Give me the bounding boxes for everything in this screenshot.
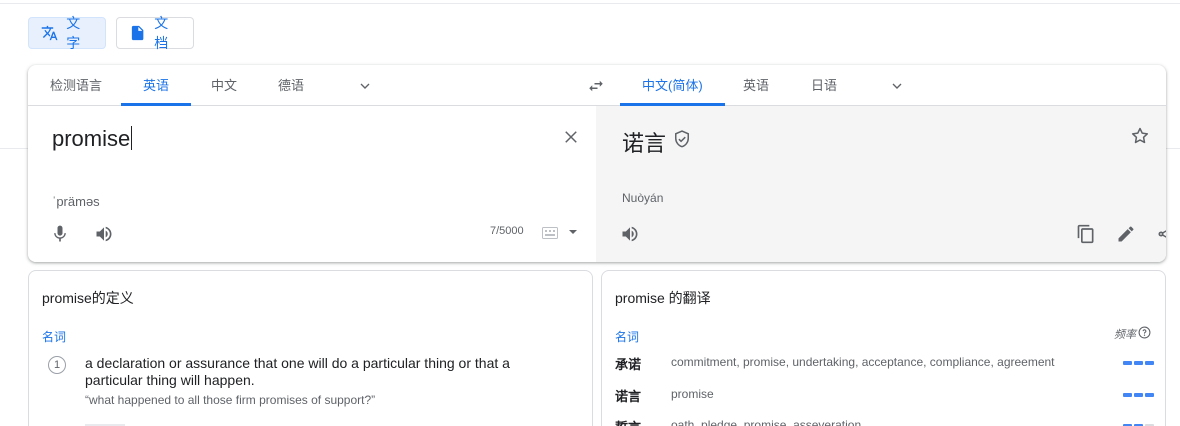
source-lang-german[interactable]: 德语 bbox=[276, 65, 306, 106]
translations-title: promise 的翻译 bbox=[615, 290, 711, 306]
frequency-bar bbox=[1145, 361, 1154, 365]
text-mode-label: 文字 bbox=[66, 15, 81, 51]
source-lang-detect[interactable]: 检测语言 bbox=[48, 65, 104, 106]
frequency-bar bbox=[1145, 393, 1154, 397]
source-more-languages-chevron-down-icon[interactable] bbox=[357, 78, 373, 94]
source-lang-english[interactable]: 英语 bbox=[120, 65, 192, 106]
frequency-bars bbox=[1123, 361, 1155, 365]
source-text: promise bbox=[52, 126, 131, 151]
source-phonetic: ˈpräməs bbox=[52, 194, 100, 209]
text-mode-button[interactable]: 文字 bbox=[28, 15, 106, 51]
target-lang-english[interactable]: 英语 bbox=[741, 65, 771, 106]
microphone-icon[interactable] bbox=[50, 224, 70, 244]
translate-icon bbox=[41, 25, 58, 41]
keyboard-icon[interactable] bbox=[542, 227, 558, 239]
target-lang-chinese-simplified[interactable]: 中文(简体) bbox=[620, 65, 725, 106]
target-romanization: Nuòyán bbox=[622, 191, 664, 205]
character-counter: 7/5000 bbox=[490, 225, 524, 237]
document-mode-label: 文档 bbox=[154, 15, 169, 51]
copy-translation-icon[interactable] bbox=[1076, 224, 1096, 244]
translations-panel: promise 的翻译 名词 频率 承诺 commitment, promise… bbox=[601, 270, 1166, 426]
clear-source-close-icon[interactable] bbox=[562, 128, 580, 146]
translation-synonyms: commitment, promise, undertaking, accept… bbox=[671, 355, 1055, 369]
source-text-input[interactable]: promise bbox=[52, 126, 133, 152]
frequency-bars bbox=[1123, 393, 1155, 397]
document-mode-button[interactable]: 文档 bbox=[116, 15, 194, 51]
translation-word: 承诺 bbox=[615, 357, 642, 372]
target-pane: 诺言 Nuòyán bbox=[596, 106, 1166, 262]
source-pane: promise ˈpräməs 7/5000 bbox=[28, 106, 596, 262]
translated-text: 诺言 bbox=[622, 131, 667, 156]
definition-example: “what happened to all those firm promise… bbox=[85, 393, 376, 407]
frequency-bar bbox=[1134, 393, 1143, 397]
text-caret bbox=[131, 126, 133, 150]
translation-word: 誓言 bbox=[615, 417, 641, 426]
translation-synonyms: oath, pledge, promise, asseveration bbox=[671, 418, 862, 426]
definitions-title: promise的定义 bbox=[42, 290, 134, 306]
input-tools-caret-down-icon[interactable] bbox=[568, 228, 578, 236]
listen-source-speaker-icon[interactable] bbox=[94, 224, 114, 244]
translation-row[interactable]: 诺言 promise bbox=[615, 386, 1155, 404]
share-icon[interactable] bbox=[1156, 224, 1166, 244]
listen-target-speaker-icon[interactable] bbox=[620, 224, 640, 244]
definition-text: a declaration or assurance that one will… bbox=[85, 355, 510, 388]
verified-shield-icon[interactable] bbox=[672, 129, 692, 149]
translation-word: 诺言 bbox=[615, 389, 642, 404]
target-more-languages-chevron-down-icon[interactable] bbox=[889, 78, 905, 94]
definition-number: 1 bbox=[48, 356, 66, 374]
translation-part-of-speech: 名词 bbox=[615, 330, 640, 344]
save-translation-star-icon[interactable] bbox=[1130, 126, 1150, 146]
target-lang-japanese[interactable]: 日语 bbox=[809, 65, 839, 106]
document-icon bbox=[131, 25, 144, 41]
language-bar: 检测语言 英语 中文 德语 中文(简体) 英语 日语 bbox=[28, 65, 1166, 106]
frequency-bar bbox=[1123, 393, 1132, 397]
frequency-bar bbox=[1123, 361, 1132, 365]
source-lang-chinese[interactable]: 中文 bbox=[209, 65, 239, 106]
translation-synonyms: promise bbox=[671, 387, 714, 401]
frequency-help-icon[interactable] bbox=[1138, 326, 1151, 339]
frequency-label: 频率 bbox=[1114, 329, 1136, 341]
frequency-bar bbox=[1134, 361, 1143, 365]
translation-card: 检测语言 英语 中文 德语 中文(简体) 英语 日语 promise ˈpräm… bbox=[28, 65, 1166, 262]
translation-row[interactable]: 承诺 commitment, promise, undertaking, acc… bbox=[615, 354, 1155, 372]
definitions-panel: promise的定义 名词 1 a declaration or assuran… bbox=[28, 270, 593, 426]
edit-translation-pencil-icon[interactable] bbox=[1116, 224, 1136, 244]
definition-part-of-speech: 名词 bbox=[42, 330, 67, 344]
swap-languages-icon[interactable] bbox=[586, 77, 606, 95]
translation-row[interactable]: 誓言 oath, pledge, promise, asseveration bbox=[615, 417, 1155, 426]
